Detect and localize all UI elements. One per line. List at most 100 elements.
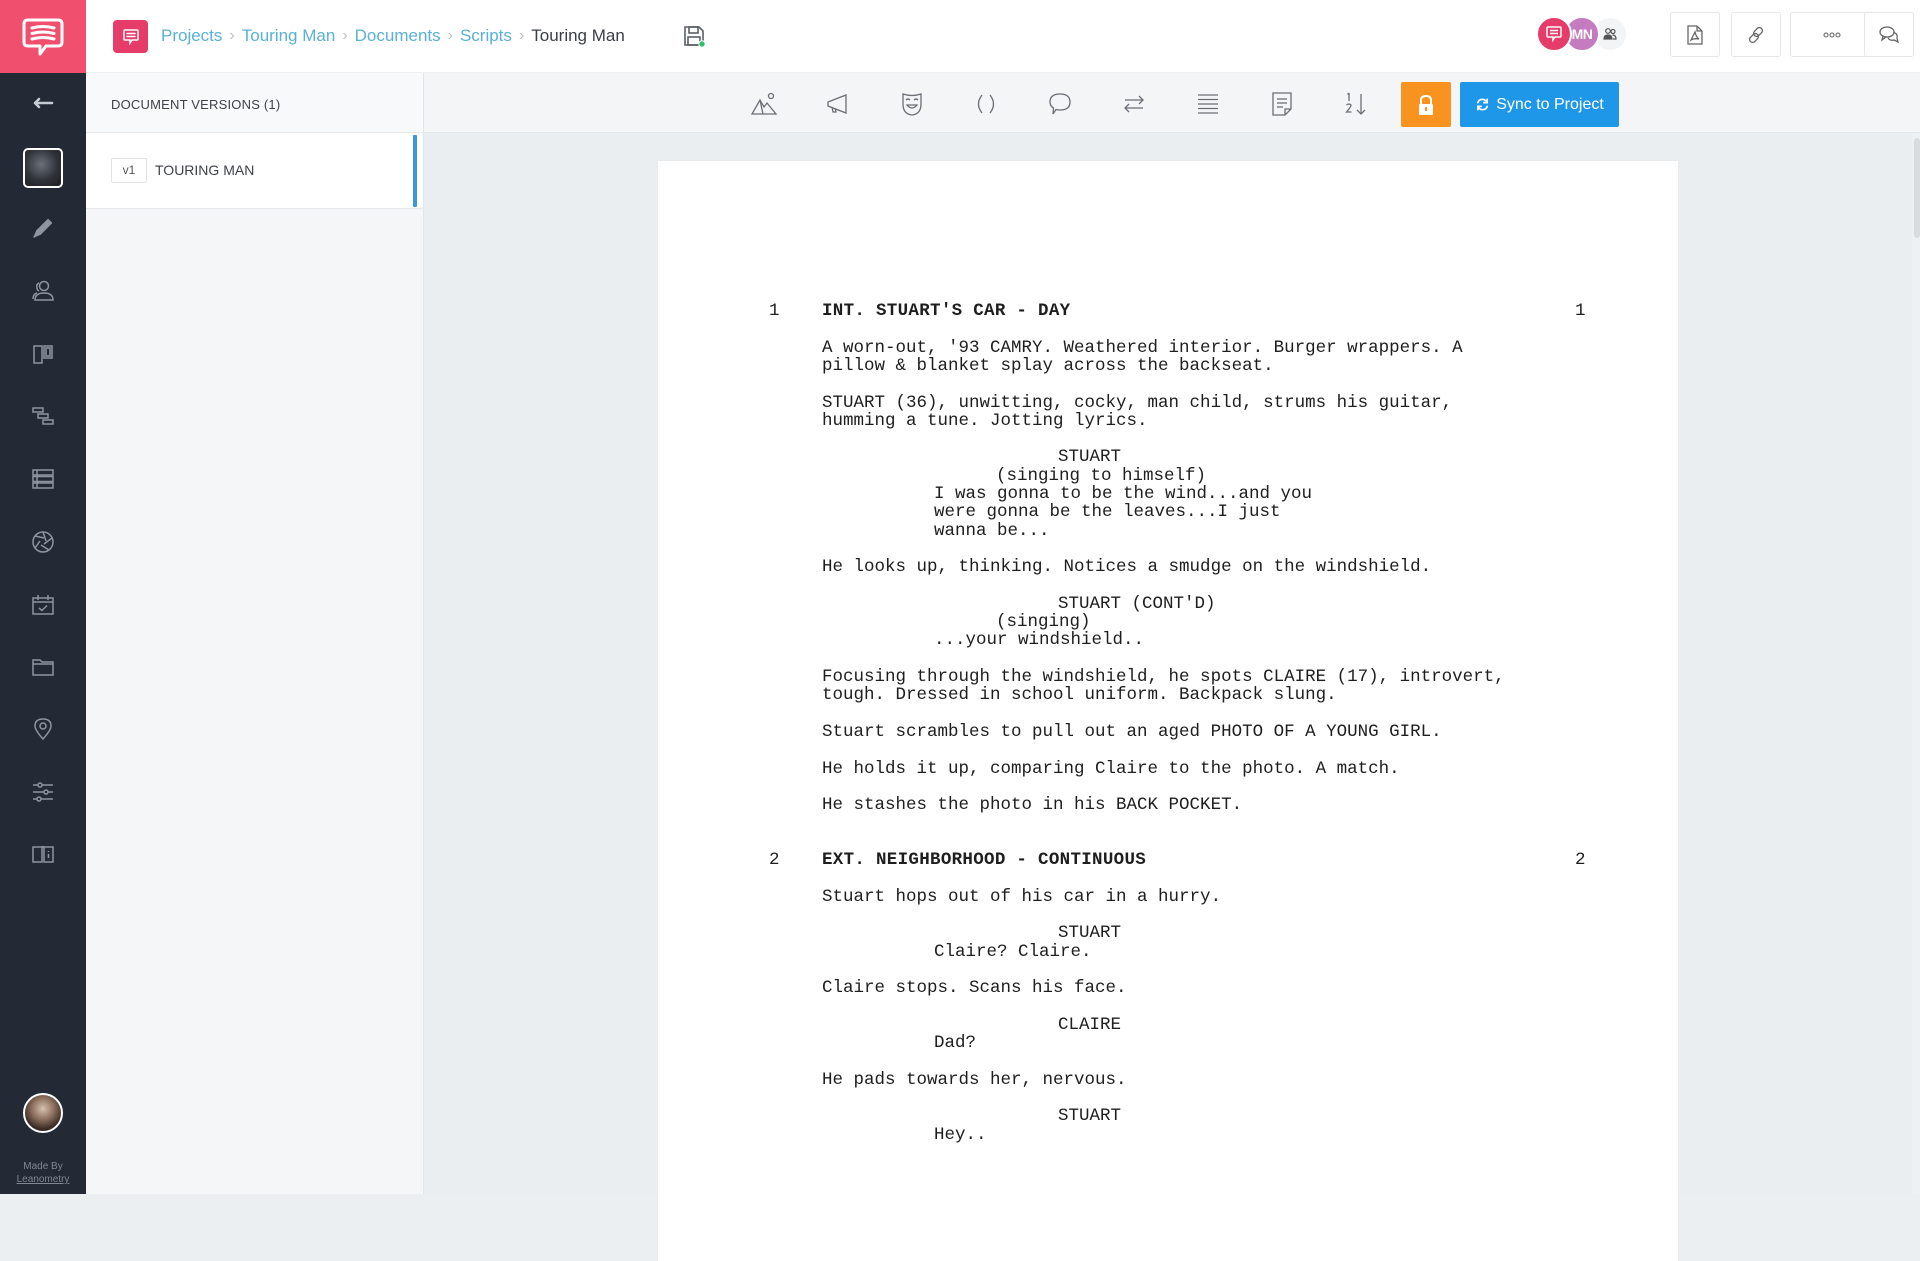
scene-number-left: 1	[769, 301, 780, 321]
folder-icon	[32, 659, 54, 676]
script-action[interactable]: He holds it up, comparing Claire to the …	[822, 759, 1400, 778]
script-action[interactable]: STUART (36), unwitting, cocky, man child…	[822, 393, 1452, 431]
tool-transition[interactable]	[1114, 85, 1154, 123]
user-avatar[interactable]	[23, 1093, 63, 1133]
share-link-button[interactable]	[1731, 12, 1781, 57]
script-action[interactable]: He stashes the photo in his BACK POCKET.	[822, 796, 1242, 815]
aperture-icon	[32, 531, 54, 553]
tool-scene-heading[interactable]	[744, 85, 784, 123]
tool-scene-numbering[interactable]	[1336, 85, 1376, 123]
rail-item-write[interactable]	[0, 206, 86, 250]
save-status-icon[interactable]	[682, 24, 706, 48]
parentheses-icon	[977, 94, 995, 114]
pencil-icon	[33, 218, 53, 238]
made-by-credit[interactable]: Made By Leanometry	[0, 1160, 86, 1186]
project-thumbnail[interactable]	[23, 148, 63, 188]
scene-heading[interactable]: EXT. NEIGHBORHOOD - CONTINUOUS	[822, 851, 1146, 870]
script-dialogue[interactable]: Dad?	[934, 1034, 976, 1053]
speech-bubble-icon	[1049, 93, 1071, 115]
tool-general[interactable]	[1188, 85, 1228, 123]
rail-item-storyboard[interactable]	[0, 332, 86, 376]
collaborator-avatar[interactable]	[1536, 16, 1572, 52]
scene-heading[interactable]: INT. STUART'S CAR - DAY	[822, 302, 1070, 321]
script-action[interactable]: He pads towards her, nervous.	[822, 1070, 1127, 1089]
more-horizontal-icon	[1823, 31, 1841, 38]
rail-item-calendar[interactable]	[0, 583, 86, 627]
rail-item-guide[interactable]	[0, 832, 86, 876]
breadcrumb-projects[interactable]: Projects	[161, 24, 222, 48]
script-character[interactable]: STUART	[1058, 924, 1121, 943]
export-pdf-button[interactable]	[1670, 12, 1720, 57]
script-action[interactable]: A worn-out, '93 CAMRY. Weathered interio…	[822, 339, 1463, 376]
script-action[interactable]: Stuart scrambles to pull out an aged PHO…	[822, 723, 1442, 742]
top-header: Projects › Touring Man › Documents › Scr…	[86, 0, 1920, 73]
script-action[interactable]: Stuart hops out of his car in a hurry.	[822, 887, 1221, 906]
rail-item-characters[interactable]	[0, 269, 86, 313]
more-options-button[interactable]	[1790, 12, 1874, 57]
team-icon	[1603, 28, 1617, 40]
made-by-brand[interactable]: Leanometry	[0, 1173, 86, 1186]
active-indicator	[413, 135, 417, 207]
breadcrumb-documents[interactable]: Documents	[355, 24, 441, 48]
speech-bubble-icon	[1546, 26, 1562, 43]
rail-item-files[interactable]	[0, 645, 86, 689]
lock-icon	[1419, 94, 1433, 115]
script-parenthetical[interactable]: (singing)	[996, 613, 1091, 632]
script-dialogue[interactable]: Claire? Claire.	[934, 942, 1092, 961]
tool-parenthetical[interactable]	[966, 85, 1006, 123]
mask-icon	[902, 93, 922, 116]
breadcrumb: Projects › Touring Man › Documents › Scr…	[161, 24, 625, 48]
tool-character[interactable]	[892, 85, 932, 123]
script-dialogue[interactable]: Hey..	[934, 1125, 987, 1144]
script-character[interactable]: STUART	[1058, 1107, 1121, 1126]
megaphone-icon	[827, 94, 847, 114]
rail-item-settings[interactable]	[0, 770, 86, 814]
users-icon	[32, 280, 54, 301]
script-action[interactable]: Claire stops. Scans his face.	[822, 979, 1127, 998]
script-dialogue[interactable]: I was gonna to be the wind...and you wer…	[934, 485, 1312, 540]
swap-arrows-icon	[1124, 95, 1144, 113]
project-badge[interactable]	[113, 20, 148, 53]
gantt-icon	[32, 407, 54, 425]
sync-label: Sync to Project	[1496, 95, 1604, 113]
chevron-right-icon: ›	[518, 27, 525, 44]
lock-button[interactable]	[1401, 82, 1451, 127]
rail-back-button[interactable]	[0, 81, 86, 125]
versions-title: DOCUMENT VERSIONS (1)	[86, 73, 423, 133]
link-icon	[1748, 26, 1764, 43]
speech-bubble-logo-icon	[22, 18, 64, 55]
scene-number-right: 2	[1575, 850, 1586, 870]
app-logo[interactable]	[0, 0, 86, 73]
chevron-right-icon: ›	[229, 27, 235, 44]
tool-note[interactable]	[1262, 85, 1302, 123]
sort-numeric-icon	[1345, 92, 1366, 115]
version-item[interactable]: v1 TOURING MAN	[86, 133, 423, 209]
chevron-right-icon: ›	[342, 27, 348, 44]
tool-action[interactable]	[818, 85, 858, 123]
breadcrumb-project[interactable]: Touring Man	[242, 24, 336, 48]
mountains-icon	[750, 92, 778, 115]
breadcrumb-scripts[interactable]: Scripts	[460, 24, 512, 48]
breadcrumb-current: Touring Man	[531, 26, 625, 45]
script-toolbar: Sync to Project	[424, 73, 1920, 133]
tool-dialogue[interactable]	[1040, 85, 1080, 123]
book-icon	[32, 845, 54, 863]
scrollbar-thumb[interactable]	[1914, 138, 1920, 238]
rail-item-shot-list[interactable]	[0, 457, 86, 501]
vertical-scrollbar[interactable]	[1912, 134, 1920, 1194]
rail-item-locations[interactable]	[0, 707, 86, 751]
rail-item-camera[interactable]	[0, 520, 86, 564]
comments-button[interactable]	[1864, 12, 1914, 57]
script-action[interactable]: Focusing through the windshield, he spot…	[822, 668, 1505, 705]
script-dialogue[interactable]: ...your windshield..	[934, 631, 1144, 650]
script-parenthetical[interactable]: (singing to himself)	[996, 466, 1206, 485]
script-character[interactable]: STUART	[1058, 448, 1121, 467]
sync-to-project-button[interactable]: Sync to Project	[1460, 82, 1619, 127]
scene-number-right: 1	[1575, 301, 1586, 321]
script-action[interactable]: He looks up, thinking. Notices a smudge …	[822, 558, 1431, 577]
script-character[interactable]: STUART (CONT'D)	[1058, 594, 1216, 613]
script-page[interactable]: 1 INT. STUART'S CAR - DAY 1 A worn-out, '93…	[658, 161, 1678, 1261]
calendar-check-icon	[32, 595, 54, 615]
script-character[interactable]: CLAIRE	[1058, 1015, 1121, 1034]
rail-item-schedule[interactable]	[0, 394, 86, 438]
